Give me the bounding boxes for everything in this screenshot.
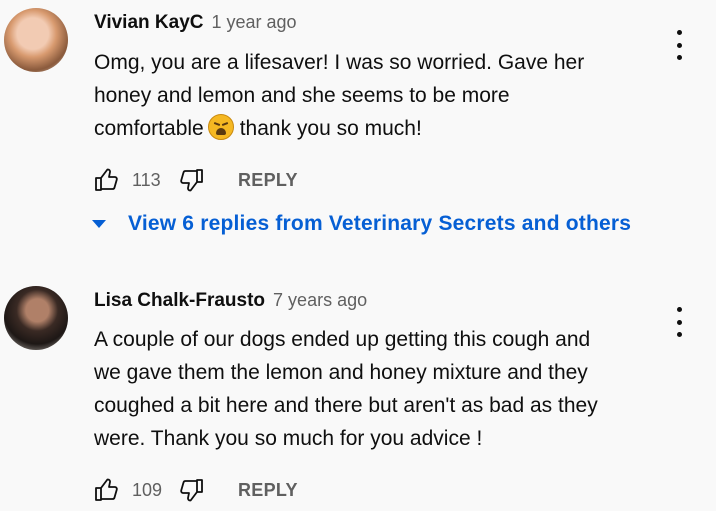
like-icon[interactable] bbox=[94, 478, 120, 502]
like-icon[interactable] bbox=[94, 168, 120, 192]
comment-actions: 109 REPLY bbox=[94, 478, 298, 502]
comment-line: comfortable thank you so much! bbox=[94, 112, 674, 145]
comment-line: were. Thank you so much for you advice ! bbox=[94, 427, 483, 450]
reply-button[interactable]: REPLY bbox=[238, 170, 298, 191]
dislike-icon[interactable] bbox=[178, 168, 204, 192]
avatar[interactable] bbox=[4, 8, 68, 72]
comment-timestamp[interactable]: 1 year ago bbox=[211, 12, 296, 33]
comment-author[interactable]: Lisa Chalk-Frausto bbox=[94, 290, 265, 312]
reply-button[interactable]: REPLY bbox=[238, 480, 298, 501]
like-count: 113 bbox=[132, 169, 161, 190]
comment-actions: 113 REPLY bbox=[94, 168, 298, 192]
weary-face-emoji-icon bbox=[207, 114, 234, 140]
dislike-icon[interactable] bbox=[178, 478, 204, 502]
comment-line: coughed a bit here and there but aren't … bbox=[94, 394, 598, 417]
more-actions-icon[interactable] bbox=[672, 307, 686, 337]
view-replies-label: View 6 replies from Veterinary Secrets a… bbox=[128, 212, 632, 235]
comment-author[interactable]: Vivian KayC bbox=[94, 12, 203, 34]
comment-line: Omg, you are a lifesaver! I was so worri… bbox=[94, 51, 585, 74]
more-actions-icon[interactable] bbox=[672, 30, 686, 60]
comment-line-part: comfortable bbox=[94, 117, 204, 140]
comment-text: Omg, you are a lifesaver! I was so worri… bbox=[94, 46, 674, 145]
comment-line: honey and lemon and she seems to be more bbox=[94, 84, 510, 107]
comment-line: A couple of our dogs ended up getting th… bbox=[94, 328, 591, 351]
comment-line: we gave them the lemon and honey mixture… bbox=[94, 361, 588, 384]
like-count: 109 bbox=[132, 479, 163, 500]
comment-line-part: thank you so much! bbox=[239, 117, 422, 140]
comment-timestamp[interactable]: 7 years ago bbox=[273, 290, 367, 311]
comment-header: Lisa Chalk-Frausto 7 years ago bbox=[94, 290, 367, 312]
avatar[interactable] bbox=[4, 286, 68, 350]
view-replies-button[interactable]: View 6 replies from Veterinary Secrets a… bbox=[92, 212, 631, 236]
comment-header: Vivian KayC 1 year ago bbox=[94, 12, 297, 34]
comment-text: A couple of our dogs ended up getting th… bbox=[94, 323, 674, 455]
caret-down-icon bbox=[92, 220, 106, 228]
